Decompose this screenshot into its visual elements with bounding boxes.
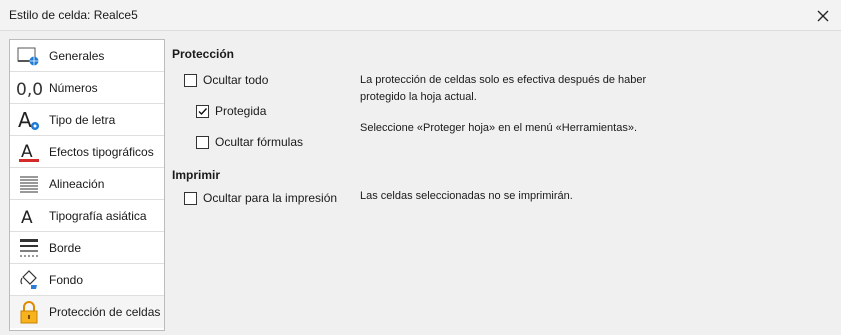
hide-printing-checkbox[interactable]: [184, 191, 197, 205]
hide-formula-label: Ocultar fórmulas: [215, 135, 304, 149]
hide-all-label: Ocultar todo: [203, 73, 269, 87]
hide-printing-label: Ocultar para la impresión: [203, 191, 338, 205]
asian-typography-icon: A: [16, 204, 42, 228]
sidebar-item-label: Fondo: [49, 273, 84, 287]
category-sidebar: Generales 0,0 Números A Tipo de letra A …: [9, 39, 165, 331]
section-title-imprimir: Imprimir: [172, 168, 221, 182]
sidebar-item-efectos-tipograficos[interactable]: A Efectos tipográficos: [10, 136, 164, 168]
title-bar: Estilo de celda: Realce5: [0, 0, 841, 31]
sidebar-item-numeros[interactable]: 0,0 Números: [10, 72, 164, 104]
sidebar-item-tipografia-asiatica[interactable]: A Tipografía asiática: [10, 200, 164, 232]
borders-icon: [16, 236, 42, 260]
hide-all-checkbox-row[interactable]: Ocultar todo: [184, 73, 268, 87]
close-icon: [817, 10, 829, 22]
padlock-icon: [16, 300, 42, 324]
window-title: Estilo de celda: Realce5: [9, 8, 138, 22]
sidebar-item-label: Borde: [49, 241, 82, 255]
sidebar-item-proteccion-de-celdas[interactable]: Protección de celdas: [10, 296, 164, 328]
hide-printing-checkbox-row[interactable]: Ocultar para la impresión: [184, 191, 337, 205]
sidebar-item-label: Números: [49, 81, 98, 95]
alignment-icon: [16, 172, 42, 196]
sidebar-item-alineacion[interactable]: Alineación: [10, 168, 164, 200]
protect-sheet-hint-text: Seleccione «Proteger hoja» en el menú «H…: [360, 122, 637, 134]
font-effects-icon: A: [16, 140, 42, 164]
hide-all-checkbox[interactable]: [184, 73, 197, 87]
sidebar-item-label: Efectos tipográficos: [49, 145, 154, 159]
svg-text:A: A: [21, 208, 33, 227]
sidebar-item-label: Tipografía asiática: [49, 209, 147, 223]
section-title-proteccion: Protección: [172, 47, 235, 61]
sidebar-item-label: Protección de celdas: [49, 305, 161, 319]
hide-formula-checkbox-row[interactable]: Ocultar fórmulas: [196, 135, 303, 149]
protected-checkbox[interactable]: [196, 104, 209, 118]
sidebar-item-fondo[interactable]: Fondo: [10, 264, 164, 296]
svg-text:0,0: 0,0: [16, 80, 42, 99]
svg-text:A: A: [18, 108, 32, 132]
sidebar-item-tipo-de-letra[interactable]: A Tipo de letra: [10, 104, 164, 136]
dialog-body: Generales 0,0 Números A Tipo de letra A …: [0, 31, 841, 335]
sidebar-item-label: Alineación: [49, 177, 105, 191]
sidebar-item-borde[interactable]: Borde: [10, 232, 164, 264]
organizer-icon: [16, 44, 42, 68]
protection-panel: Protección Ocultar todo Protegida Oculta…: [172, 31, 832, 331]
protected-checkbox-row[interactable]: Protegida: [196, 104, 266, 118]
sidebar-item-label: Tipo de letra: [49, 113, 116, 127]
background-fill-icon: [16, 268, 42, 292]
font-icon: A: [16, 108, 42, 132]
print-info-text: Las celdas seleccionadas no se imprimirá…: [360, 190, 573, 202]
sidebar-item-generales[interactable]: Generales: [10, 40, 164, 72]
checkmark-icon: [198, 107, 208, 115]
number-format-icon: 0,0: [16, 76, 42, 100]
close-button[interactable]: [813, 6, 833, 26]
sidebar-item-label: Generales: [49, 49, 105, 63]
hide-formula-checkbox[interactable]: [196, 135, 209, 149]
protection-info-text: La protección de celdas solo es efectiva…: [360, 74, 647, 103]
protected-label: Protegida: [215, 104, 267, 118]
